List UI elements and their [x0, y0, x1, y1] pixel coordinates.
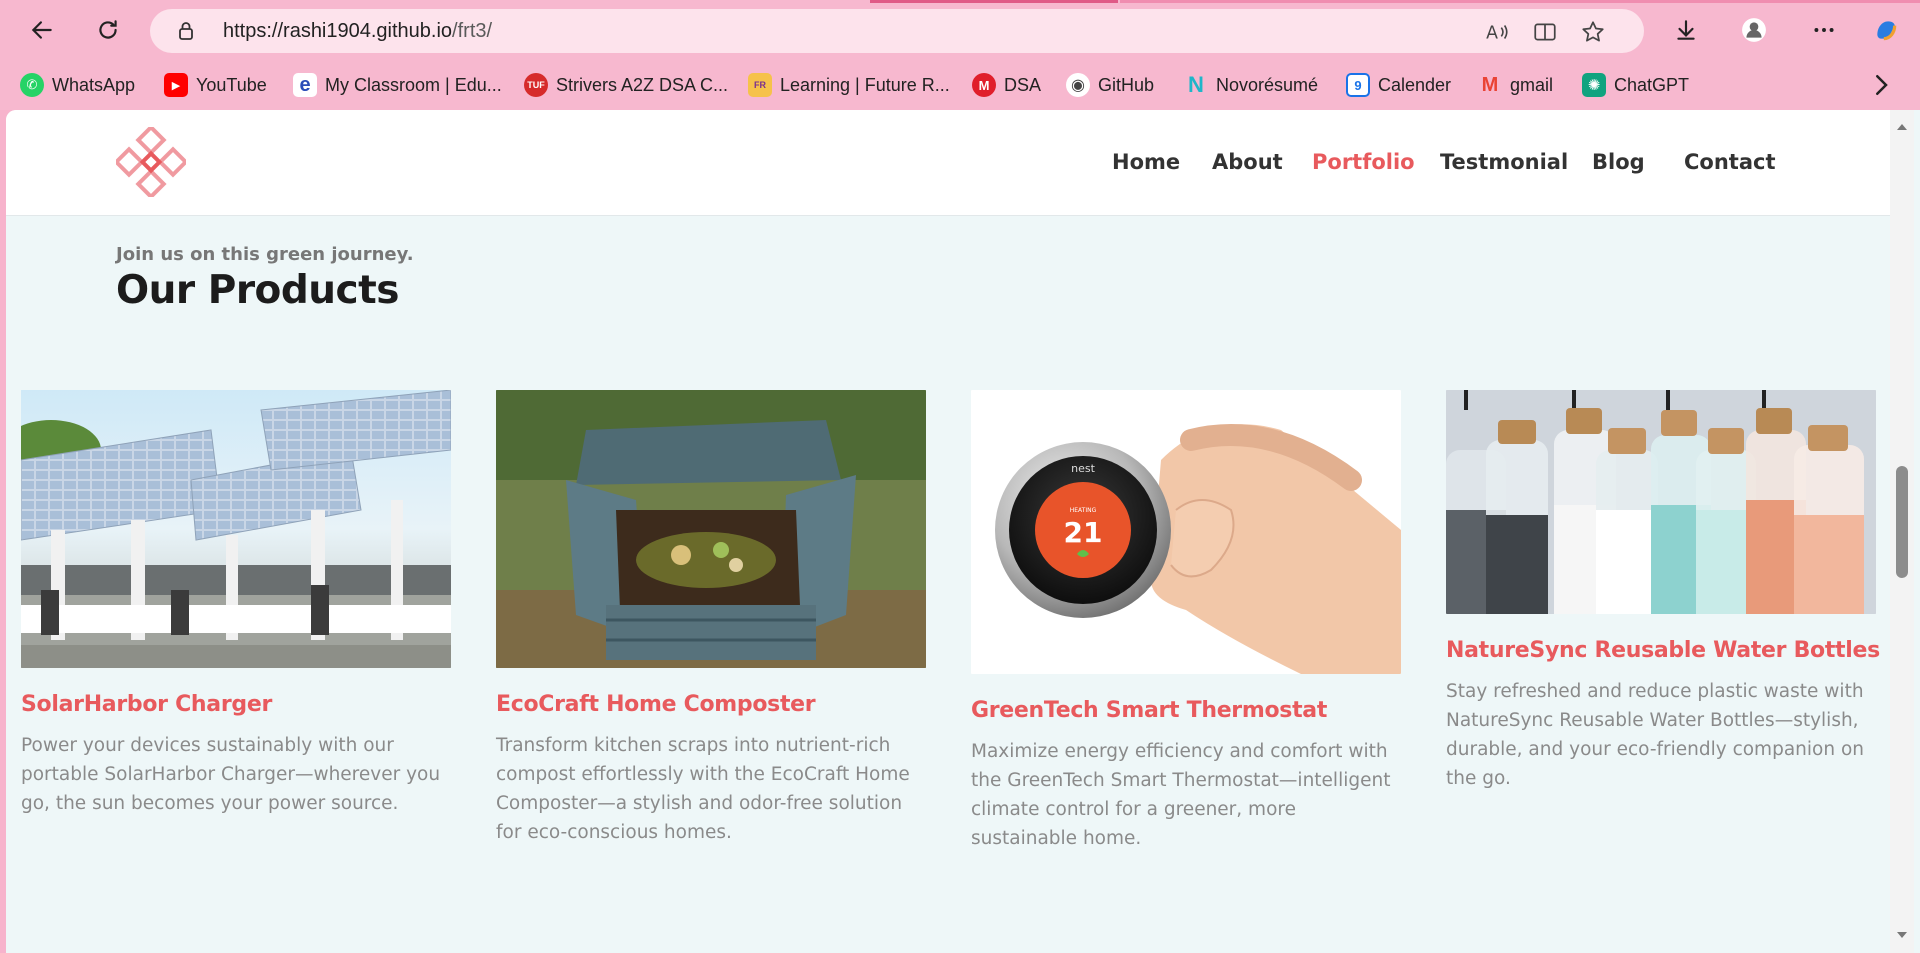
thermostat-graphic: nest HEATING 21 [995, 424, 1401, 674]
scroll-up-arrow-icon[interactable] [1895, 120, 1909, 134]
copilot-icon [1877, 21, 1897, 41]
nav-about[interactable]: About [1212, 150, 1283, 174]
bookmark-youtube[interactable]: ▶ YouTube [164, 70, 267, 100]
bookmark-classroom[interactable]: e My Classroom | Edu... [293, 70, 502, 100]
solar-panels-graphic [21, 390, 451, 668]
calendar-icon: 9 [1346, 73, 1370, 97]
copilot-button[interactable] [1868, 12, 1904, 48]
solar-carport-image [21, 390, 451, 668]
bookmarks-bar: ✆ WhatsApp ▶ YouTube e My Classroom | Edu..… [0, 62, 1920, 110]
composter-graphic [496, 390, 926, 668]
avatar-icon [1742, 18, 1766, 42]
nav-home[interactable]: Home [1112, 150, 1180, 174]
bookmark-dsa[interactable]: M DSA [972, 70, 1041, 100]
download-icon [1677, 20, 1695, 40]
nav-contact[interactable]: Contact [1684, 150, 1776, 174]
scrollbar-thumb[interactable] [1896, 466, 1908, 578]
chatgpt-icon: ✺ [1582, 73, 1606, 97]
refresh-button[interactable] [90, 12, 126, 48]
product-description: Power your devices sustainably with our … [21, 735, 441, 814]
more-dots-icon [1814, 28, 1834, 32]
product-description: Stay refreshed and reduce plastic waste … [1446, 681, 1864, 789]
product-description: Maximize energy efficiency and comfort w… [971, 741, 1391, 849]
product-title[interactable]: EcoCraft Home Composter [496, 692, 926, 717]
site-header: Home About Portfolio Testmonial Blog Con… [6, 110, 1890, 216]
novoresume-icon: N [1188, 72, 1204, 97]
product-card[interactable]: NatureSync Reusable Water Bottles Stay r… [1446, 390, 1880, 793]
bookmark-strivers[interactable]: TUF Strivers A2Z DSA C... [524, 70, 728, 100]
settings-menu-button[interactable] [1806, 12, 1842, 48]
water-bottles-image [1446, 390, 1876, 614]
bookmark-whatsapp[interactable]: ✆ WhatsApp [20, 70, 135, 100]
nav-portfolio[interactable]: Portfolio [1312, 150, 1415, 174]
bookmark-novoresume[interactable]: N Novorésumé [1184, 70, 1318, 100]
product-title[interactable]: GreenTech Smart Thermostat [971, 698, 1401, 723]
scroll-down-arrow-icon[interactable] [1895, 928, 1909, 942]
product-title[interactable]: NatureSync Reusable Water Bottles [1446, 638, 1880, 663]
lock-icon [179, 22, 193, 40]
whatsapp-icon: ✆ [20, 73, 44, 97]
chevron-right-icon[interactable] [1866, 70, 1896, 100]
arrow-left-icon [31, 21, 52, 39]
refresh-icon [99, 20, 117, 39]
classroom-icon: e [293, 73, 317, 97]
dsa-icon: M [972, 73, 996, 97]
bookmark-future-ready[interactable]: FR Learning | Future R... [748, 70, 950, 100]
youtube-icon: ▶ [164, 73, 188, 97]
immersive-reader-icon[interactable] [1532, 19, 1558, 45]
url-text: https://rashi1904.github.io/frt3/ [223, 20, 493, 42]
profile-button[interactable] [1736, 12, 1772, 48]
nav-testimonial[interactable]: Testmonial [1440, 150, 1568, 174]
product-card[interactable]: SolarHarbor Charger Power your devices s… [21, 390, 451, 818]
product-card[interactable]: EcoCraft Home Composter Transform kitche… [496, 390, 926, 847]
favorite-star-icon[interactable] [1580, 19, 1606, 45]
brand-logo-icon[interactable] [116, 127, 186, 197]
product-description: Transform kitchen scraps into nutrient-r… [496, 735, 910, 843]
downloads-button[interactable] [1668, 12, 1704, 48]
github-icon: ◉ [1066, 73, 1090, 97]
bookmark-gmail[interactable]: Mgmail [1478, 70, 1553, 100]
bookmark-chatgpt[interactable]: ✺ ChatGPT [1582, 70, 1689, 100]
page-scrollbar[interactable] [1890, 110, 1914, 953]
thermostat-image: nest HEATING 21 [971, 390, 1401, 674]
tuf-icon: TUF [524, 73, 548, 97]
thermostat-mode: HEATING [1070, 507, 1097, 514]
thermostat-temp: 21 [1064, 516, 1103, 549]
bookmark-github[interactable]: ◉ GitHub [1066, 70, 1154, 100]
bottles-graphic [1446, 390, 1876, 614]
thermostat-brand: nest [1071, 462, 1095, 475]
tab-indicator [870, 0, 1118, 3]
page-viewport: Home About Portfolio Testmonial Blog Con… [6, 110, 1920, 953]
address-bar[interactable]: https://rashi1904.github.io/frt3/ A [150, 9, 1644, 53]
compost-bin-image [496, 390, 926, 668]
browser-toolbar: https://rashi1904.github.io/frt3/ A [0, 0, 1920, 62]
read-aloud-icon[interactable]: A [1484, 19, 1510, 45]
section-title: Our Products [116, 268, 400, 313]
future-ready-icon: FR [748, 73, 772, 97]
back-button[interactable] [24, 12, 60, 48]
section-eyebrow: Join us on this green journey. [116, 244, 414, 265]
product-title[interactable]: SolarHarbor Charger [21, 692, 451, 717]
nav-blog[interactable]: Blog [1592, 150, 1645, 174]
svg-text:A: A [1486, 24, 1498, 44]
bookmark-calendar[interactable]: 9 Calender [1346, 70, 1451, 100]
gmail-icon: M [1481, 73, 1499, 96]
product-card[interactable]: nest HEATING 21 GreenTech Smart Thermost… [971, 390, 1401, 853]
tab-indicator [1120, 0, 1920, 3]
